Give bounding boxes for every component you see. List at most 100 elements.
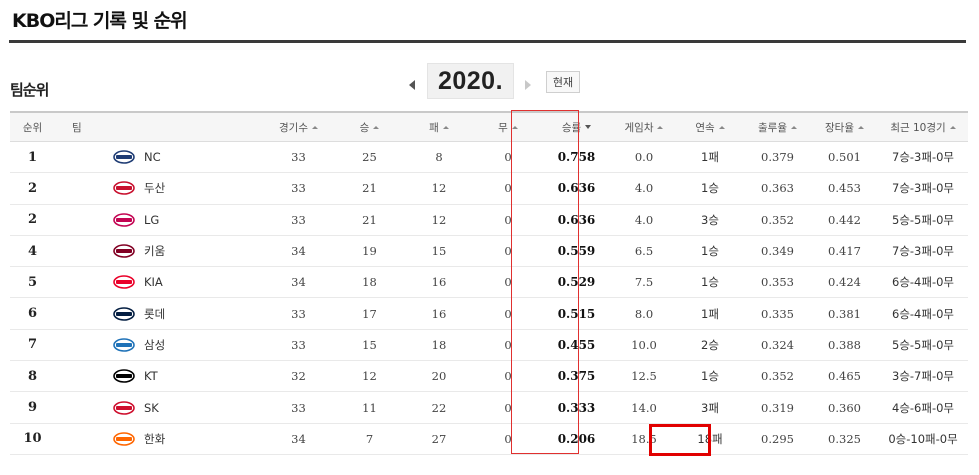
losses-cell-value: 27 [431,431,447,446]
games-cell: 34 [261,432,336,446]
last10-cell: 4승-6패-0무 [878,400,968,416]
streak-cell-value: 1승 [701,275,719,290]
doosan-bears-logo-icon [113,181,135,196]
draws-cell-value: 0 [504,244,512,259]
team-name[interactable]: 한화 [144,431,165,447]
rank-cell: 4 [10,244,55,259]
slg-cell: 0.417 [811,244,878,258]
rank-cell: 6 [10,306,55,321]
col-header-obp[interactable]: 출루율 [744,120,811,135]
col-header-label: 순위 [22,121,43,134]
team-name[interactable]: SK [144,401,159,415]
losses-cell-value: 20 [431,369,447,384]
games-cell: 32 [261,369,336,383]
last10-cell-value: 5승-5패-0무 [892,337,954,352]
games-behind-cell: 4.0 [612,181,676,195]
last10-cell: 7승-3패-0무 [878,180,968,196]
col-header-losses[interactable]: 패 [403,120,475,135]
team-cell[interactable]: NC [55,150,261,164]
team-cell[interactable]: LG [55,213,261,227]
obp-cell: 0.335 [744,307,811,321]
current-season-button[interactable]: 현재 [546,71,580,93]
season-selector[interactable]: 2020. [427,63,514,99]
wins-cell-value: 21 [362,212,377,227]
team-cell[interactable]: 두산 [55,180,261,196]
draws-cell: 0 [475,432,541,446]
games-behind-cell-value: 4.0 [634,181,654,196]
draws-cell-value: 0 [504,306,512,321]
title-divider [9,40,966,43]
slg-cell-value: 0.381 [828,306,861,321]
wins-cell-value: 7 [365,431,374,446]
team-cell[interactable]: KT [55,369,261,383]
games-cell: 34 [261,244,336,258]
table-row: 7 삼성 33 15 18 0 0.455 10.0 2승 0.324 0.388 5승-5패-0무 [10,330,968,362]
last10-cell-value: 6승-4패-0무 [892,306,954,321]
col-header-streak[interactable]: 연속 [676,120,744,135]
team-name[interactable]: NC [144,150,161,164]
team-cell[interactable]: 한화 [55,431,261,447]
team-name[interactable]: 삼성 [144,337,165,353]
col-header-games-behind[interactable]: 게임차 [612,120,676,135]
team-cell[interactable]: 키움 [55,243,261,259]
slg-cell: 0.388 [811,338,878,352]
col-header-team: 팀 [55,120,261,135]
games-behind-cell: 12.5 [612,369,676,383]
draws-cell: 0 [475,369,541,383]
team-cell[interactable]: KIA [55,275,261,289]
win-pct-cell: 0.455 [541,338,612,352]
team-cell[interactable]: SK [55,401,261,415]
col-header-wins[interactable]: 승 [336,120,403,135]
draws-cell: 0 [475,338,541,352]
col-header-win-pct[interactable]: 승률 [541,120,612,135]
wins-cell: 7 [336,432,403,446]
samsung-lions-logo-icon [113,338,135,352]
col-header-label: 승률 [561,121,582,134]
games-behind-cell-value: 12.5 [631,369,657,384]
games-cell-value: 32 [291,369,306,384]
team-cell[interactable]: 롯데 [55,306,261,322]
team-name[interactable]: 두산 [144,180,165,196]
games-behind-cell: 10.0 [612,338,676,352]
col-header-label: 팀 [72,121,82,134]
win-pct-cell: 0.758 [541,150,612,164]
col-header-games[interactable]: 경기수 [261,120,336,135]
losses-cell: 20 [403,369,475,383]
col-header-label: 장타율 [825,121,854,134]
obp-cell: 0.349 [744,244,811,258]
games-behind-cell: 4.0 [612,213,676,227]
rank-cell: 2 [10,212,55,227]
win-pct-cell: 0.206 [541,432,612,446]
losses-cell: 15 [403,244,475,258]
streak-cell: 1패 [676,149,744,165]
losses-cell: 12 [403,213,475,227]
wins-cell-value: 17 [362,306,377,321]
team-cell[interactable]: 삼성 [55,337,261,353]
col-header-draws[interactable]: 무 [475,120,541,135]
standings-table: 순위 팀 경기수 승 패 무 승률 게임차 연속 출루율 장타율 최근 10경기… [10,111,968,455]
win-pct-cell-value: 0.515 [557,306,596,321]
col-header-slg[interactable]: 장타율 [811,120,878,135]
slg-cell: 0.381 [811,307,878,321]
col-header-last10[interactable]: 최근 10경기 [878,120,968,135]
team-name[interactable]: KT [144,369,158,383]
wins-cell-value: 15 [362,337,377,352]
team-name[interactable]: 롯데 [144,306,165,322]
rank-cell-value: 6 [27,306,38,322]
win-pct-cell: 0.515 [541,307,612,321]
prev-season-arrow-icon[interactable] [409,80,415,90]
slg-cell: 0.465 [811,369,878,383]
losses-cell-value: 15 [431,244,447,259]
streak-cell: 1승 [676,243,744,259]
losses-cell: 27 [403,432,475,446]
team-name[interactable]: KIA [144,275,163,289]
sort-up-icon [857,125,864,129]
draws-cell-value: 0 [504,150,512,165]
next-season-arrow-icon [525,80,531,90]
team-name[interactable]: 키움 [144,243,165,259]
losses-cell: 22 [403,401,475,415]
sort-up-icon [311,125,318,129]
streak-cell-value: 18패 [697,431,723,446]
team-name[interactable]: LG [144,213,159,227]
win-pct-cell: 0.559 [541,244,612,258]
